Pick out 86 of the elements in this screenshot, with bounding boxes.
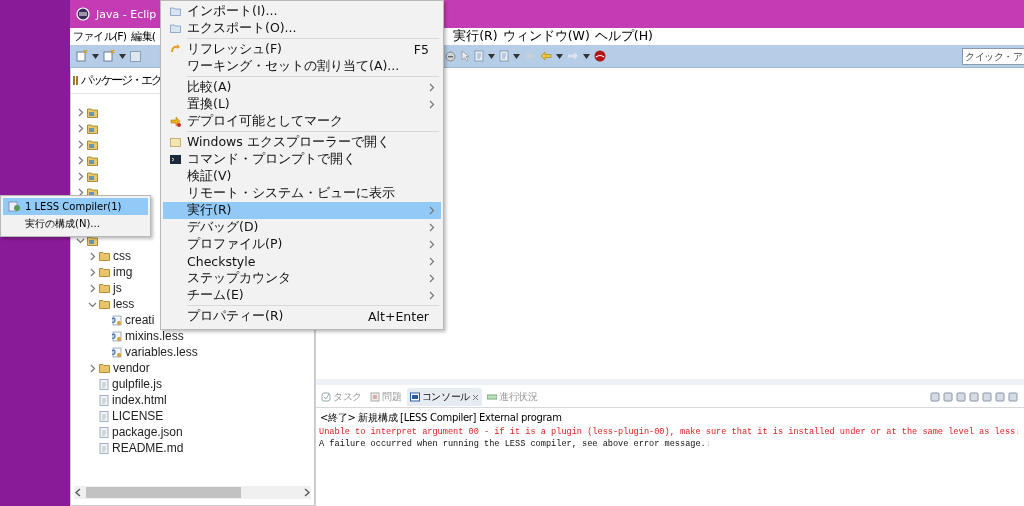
menu-item[interactable]: リモート・システム・ビューに表示 <box>163 185 441 202</box>
tree-item[interactable]: README.md <box>75 440 184 456</box>
tree-item[interactable]: LICENSE <box>75 408 164 424</box>
menu-item[interactable]: ウィンドウ(W) <box>501 28 591 45</box>
caret-icon[interactable] <box>513 53 520 59</box>
chevron-down-icon[interactable] <box>87 300 97 308</box>
menu-item[interactable]: 比較(A) <box>163 79 441 96</box>
project-folder-icon <box>87 122 98 134</box>
file-icon <box>99 410 109 422</box>
tree-item[interactable]: img <box>75 264 133 280</box>
tree-item[interactable]: css <box>75 248 131 264</box>
folder-icon <box>99 299 110 309</box>
close-icon[interactable] <box>472 393 480 401</box>
tree-item[interactable]: variables.less <box>75 344 198 360</box>
project-folder-icon <box>87 138 98 150</box>
file-icon <box>99 442 109 454</box>
menu-item[interactable]: デプロイ可能としてマーク <box>163 113 441 130</box>
file-icon <box>99 378 109 390</box>
console-icon <box>409 392 420 402</box>
line-end-mark: ↓ <box>705 439 711 449</box>
file-icon <box>99 426 109 438</box>
quick-access-field[interactable]: クイック・ア <box>962 47 1024 65</box>
menu-item[interactable]: デバッグ(D) <box>163 219 441 236</box>
caret-icon[interactable] <box>119 53 126 59</box>
ball-icon[interactable] <box>594 50 606 62</box>
scroll-left-icon[interactable] <box>74 488 82 497</box>
horizontal-scrollbar[interactable] <box>74 486 311 499</box>
caret-icon[interactable] <box>556 53 563 59</box>
project-folder-icon <box>87 106 98 118</box>
pointer-icon[interactable] <box>460 50 470 62</box>
view-tab[interactable]: コンソール <box>406 388 483 406</box>
menu-item[interactable]: コマンド・プロンプトで開く <box>163 151 441 168</box>
menu-item[interactable]: ワーキング・セットの割り当て(A)... <box>163 58 441 75</box>
tree-item[interactable]: gulpfile.js <box>75 376 163 392</box>
progress-icon <box>487 392 498 402</box>
project-folder-icon <box>87 154 98 166</box>
chevron-down-icon[interactable] <box>75 236 85 244</box>
console-line: A failure occurred when running the LESS compiler, see above error message. <box>319 439 706 449</box>
console-header: <終了> 新規構成 [LESS Compiler] External program <box>319 411 563 425</box>
menu-item[interactable]: リフレッシュ(F) F5 <box>163 41 441 58</box>
menu-item[interactable]: 実行(R) <box>163 202 441 219</box>
less-file-icon <box>111 330 122 342</box>
tree-item[interactable]: js <box>75 280 122 296</box>
caret-icon[interactable] <box>488 53 495 59</box>
tree-item[interactable]: index.html <box>75 392 167 408</box>
new-file-icon[interactable] <box>103 50 115 62</box>
menu-item[interactable]: ステップカウンタ <box>163 270 441 287</box>
tree-item[interactable]: creati <box>75 312 155 328</box>
new-file-icon[interactable] <box>76 50 88 62</box>
menu-item[interactable]: 検証(V) <box>163 168 441 185</box>
menu-item[interactable]: Windows エクスプローラーで開く <box>163 134 441 151</box>
folder-icon <box>99 363 110 373</box>
menu-item[interactable]: 実行の構成(N)... <box>3 215 148 232</box>
line-end-mark: ↓ <box>1015 427 1021 437</box>
caret-icon[interactable] <box>92 53 99 59</box>
menu-item[interactable]: 実行(R) <box>452 28 499 45</box>
menu-item[interactable]: ヘルプ(H) <box>593 28 654 45</box>
menu-item[interactable]: エクスポート(O)... <box>163 20 441 37</box>
less-file-icon <box>111 346 122 358</box>
menu-item[interactable]: 置換(L) <box>163 96 441 113</box>
tree-item[interactable]: vendor <box>75 360 150 376</box>
console-line: Unable to interpret argument 00 - if it is a plugin (less-plugin-00), make sure that it is installed under or at the same level as less <box>319 427 1016 437</box>
window-title: Java - Eclip <box>96 7 157 21</box>
tree-item[interactable]: less <box>75 296 135 312</box>
menu-item[interactable]: 1 LESS Compiler(1) <box>3 198 148 215</box>
terminal-icon <box>169 155 181 164</box>
menu-item[interactable]: Checkstyle <box>163 253 441 270</box>
scroll-right-icon[interactable] <box>303 488 311 497</box>
menu-item[interactable]: チーム(E) <box>163 287 441 304</box>
folder-icon <box>99 251 110 261</box>
folder-icon <box>99 267 110 277</box>
tree-item[interactable]: package.json <box>75 424 183 440</box>
menu-item[interactable]: 編集( <box>130 29 157 44</box>
caret-icon[interactable] <box>583 53 590 59</box>
task-icon <box>321 392 331 402</box>
file-icon <box>99 394 109 406</box>
menu-item[interactable]: ファイル(F) <box>72 29 128 44</box>
refresh-icon <box>169 44 181 55</box>
chevron-right-icon[interactable] <box>88 363 96 373</box>
folder-icon <box>99 283 110 293</box>
menu-item[interactable]: プロファイル(P) <box>163 236 441 253</box>
tree-item[interactable]: mixins.less <box>75 328 184 344</box>
menu-item[interactable]: プロパティー(R) Alt+Enter <box>163 308 441 325</box>
less-file-icon <box>111 314 122 326</box>
project-folder-icon <box>87 170 98 182</box>
menu-item[interactable]: インポート(I)... <box>163 3 441 20</box>
